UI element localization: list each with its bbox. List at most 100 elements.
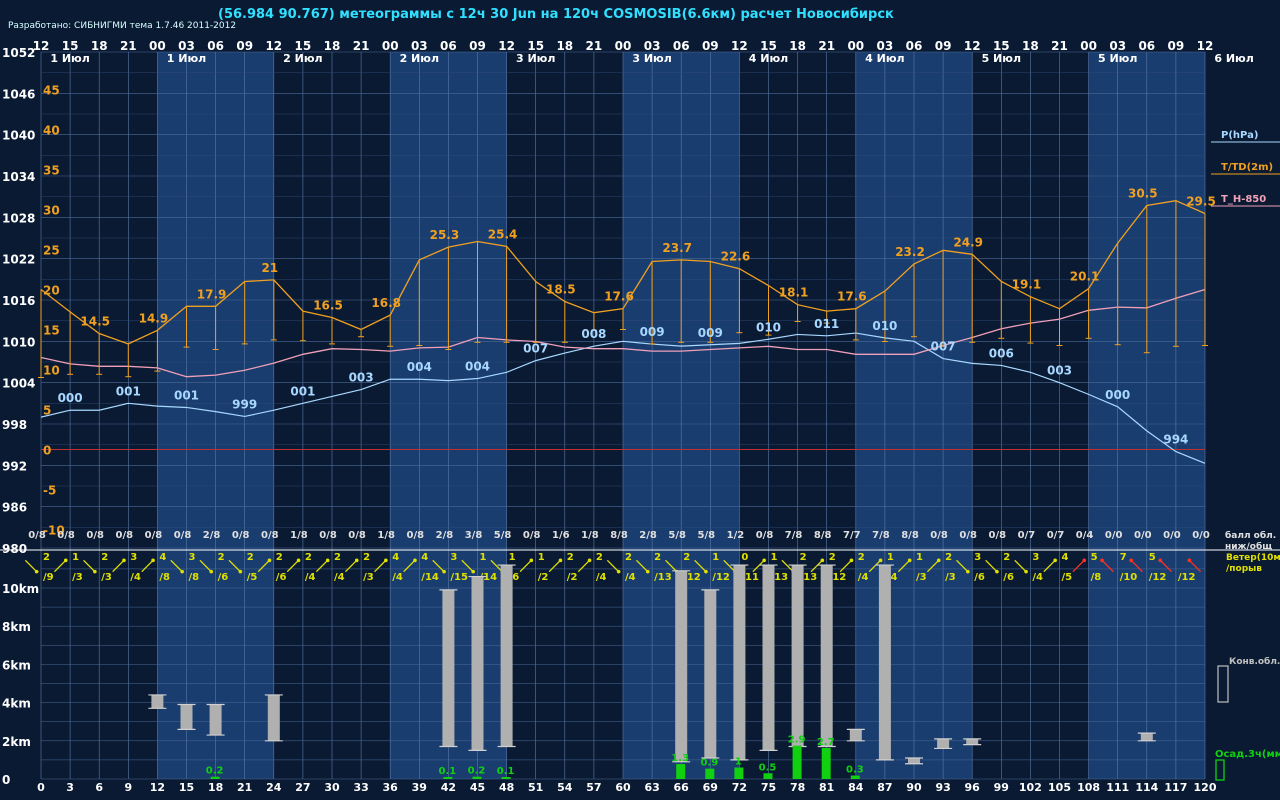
temp-label: 23.2: [895, 245, 925, 259]
hour-label: 09: [1168, 39, 1185, 53]
temp-label: 23.7: [662, 241, 692, 255]
wind-speed: 2: [858, 552, 865, 563]
km-tick: 6km: [2, 658, 31, 672]
convective-cloud-bar: [966, 738, 979, 745]
hour-label: 03: [877, 39, 894, 53]
pressure-tick: 1010: [2, 335, 35, 349]
convective-cloud-bar: [937, 738, 950, 749]
wind-gust: /3: [101, 572, 112, 583]
lead-hour-label: 120: [1194, 781, 1217, 794]
precip-bar: [850, 775, 860, 779]
wind-gust: /2: [567, 572, 578, 583]
pressure-tick: 1052: [2, 46, 35, 60]
wind-gust: /4: [625, 572, 636, 583]
hour-label: 09: [236, 39, 253, 53]
wind-speed: 2: [218, 552, 225, 563]
wind-arrow-head: [93, 569, 97, 574]
legend-entry: Осад.3ч(мм): [1215, 749, 1280, 760]
hour-label: 00: [382, 39, 399, 53]
temp-tick: -5: [43, 484, 56, 498]
wind-speed: 2: [625, 552, 632, 563]
hour-label: 06: [906, 39, 923, 53]
pressure-tick: 1028: [2, 211, 35, 225]
hour-label: 12: [731, 39, 748, 53]
date-label: 3 Июл: [632, 52, 671, 65]
temp-tick: 45: [43, 84, 60, 98]
wind-arrow-head: [354, 558, 359, 563]
pressure-tick: 1016: [2, 294, 35, 308]
wind-arrow-head: [995, 569, 999, 574]
cloud-fraction-value: 0/8: [959, 530, 977, 541]
wind-arrow-head: [936, 558, 941, 563]
wind-arrow: [315, 559, 329, 573]
pressure-label: 006: [989, 346, 1014, 360]
lead-hour-label: 90: [906, 781, 922, 794]
lead-hour-label: 57: [586, 781, 601, 794]
wind-arrow: [1072, 559, 1085, 573]
hour-label: 03: [411, 39, 428, 53]
precip-label: 0.5: [759, 762, 777, 773]
precip-label: 0.2: [468, 766, 486, 777]
lead-hour-label: 30: [324, 781, 340, 794]
pressure-label: 009: [698, 326, 723, 340]
cloud-fraction-value: 3/8: [465, 530, 483, 541]
wind-gust: /12: [1149, 572, 1167, 583]
wind-gust: /3: [72, 572, 83, 583]
precip-label: 2.7: [817, 737, 835, 748]
pressure-label: 010: [756, 320, 781, 334]
wind-gust: /8: [159, 572, 170, 583]
cloud-fraction-value: 0/0: [1105, 530, 1123, 541]
wind-arrow-head: [122, 558, 126, 563]
wind-arrow-head: [1158, 558, 1163, 563]
km-tick: 10km: [2, 582, 39, 596]
convective-cloud-bar: [471, 576, 484, 751]
temp-label: 20.1: [1070, 270, 1100, 284]
cloud-fraction-value: 5/8: [494, 530, 512, 541]
precip-bar: [210, 776, 220, 779]
temp-tick: 25: [43, 244, 60, 258]
wind-gust: /10: [1120, 572, 1138, 583]
cloud-fraction-value: 0/8: [174, 530, 192, 541]
lead-hour-label: 48: [499, 781, 514, 794]
date-label: 1 Июл: [167, 52, 206, 65]
wind-speed: 2: [247, 552, 254, 563]
hour-label: 21: [586, 39, 603, 53]
lead-hour-label: 108: [1077, 781, 1100, 794]
cloud-fraction-value: 2/8: [436, 530, 454, 541]
convective-cloud-bar: [762, 565, 775, 751]
temp-label: 17.9: [197, 287, 227, 301]
wind-gust: /4: [392, 572, 403, 583]
legend: P(hPa) T/TD(2m) T_H-850 Конв.обл. Осад.3ч(мм…: [1211, 130, 1280, 781]
cloud-fraction-value: 0/8: [232, 530, 250, 541]
pressure-tick: 1040: [2, 129, 35, 143]
precip-bar: [763, 773, 773, 779]
wind-speed: 1: [887, 552, 894, 563]
meteogram-chart: 12 15 18 21 00 03 06 09 12 15 18 21 00 03 06 09 12 15 18 21…: [0, 39, 1280, 794]
lead-hour-label: 87: [877, 781, 892, 794]
wind-speed: 2: [363, 552, 370, 563]
hour-label: 18: [556, 39, 573, 53]
lead-hour-label: 45: [470, 781, 485, 794]
wind-arrow-head: [587, 558, 592, 563]
cloud-fraction-value: 1/2: [727, 530, 745, 541]
date-label: 4 Июл: [865, 52, 904, 65]
wind-gust: /14: [421, 572, 439, 583]
wind-gust: /4: [130, 572, 141, 583]
wind-arrow: [53, 559, 67, 573]
wind-gust: /2: [538, 572, 549, 583]
hour-label: 00: [847, 39, 864, 53]
cloud-fraction-value: 0/4: [1076, 530, 1094, 541]
wind-arrow-head: [907, 558, 912, 563]
wind-gust: /4: [596, 572, 607, 583]
cloud-fraction-value: 0/0: [1134, 530, 1152, 541]
wind-gust: /13: [654, 572, 672, 583]
wind-arrow-head: [63, 558, 68, 563]
cloud-fraction-value: 0/8: [523, 530, 541, 541]
precip-bar: [792, 745, 802, 779]
precip-bar: [821, 747, 831, 779]
wind-speed: 3: [130, 552, 137, 563]
precip-bar: [676, 764, 686, 779]
cloud-fraction-value: 5/8: [668, 530, 686, 541]
wind-speed: 5: [1091, 552, 1098, 563]
temp-label: 17.6: [604, 290, 634, 304]
